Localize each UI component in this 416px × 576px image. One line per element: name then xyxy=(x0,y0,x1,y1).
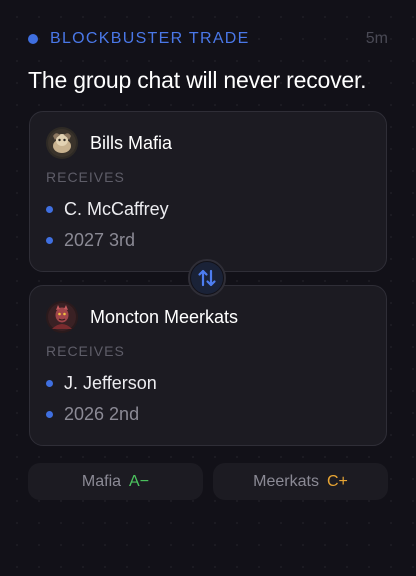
asset-label: 2027 3rd xyxy=(64,230,136,250)
team-avatar-icon xyxy=(46,301,78,333)
grade-team-label: Mafia xyxy=(81,473,122,490)
headline: The group chat will never recover. xyxy=(28,67,367,93)
tag-dot-icon xyxy=(28,34,38,44)
asset-label: J. Jefferson xyxy=(64,373,157,393)
timestamp: 5m xyxy=(365,30,388,47)
trade-header: BLOCKBUSTER TRADE 5m xyxy=(28,29,388,49)
grade-chip-mafia[interactable]: Mafia A− xyxy=(28,463,203,500)
team-name: Bills Mafia xyxy=(90,133,173,153)
trade-tag: BLOCKBUSTER TRADE xyxy=(50,30,250,47)
bullet-icon xyxy=(46,380,53,387)
team-card-moncton-meerkats: Moncton Meerkats RECEIVES J. Jefferson 2… xyxy=(29,285,387,446)
receives-label: RECEIVES xyxy=(46,343,125,359)
receives-label: RECEIVES xyxy=(46,169,125,185)
asset-label: 2026 2nd xyxy=(64,404,140,424)
grade-chip-meerkats[interactable]: Meerkats C+ xyxy=(213,463,388,500)
grade-value: C+ xyxy=(326,473,348,490)
team-avatar-icon xyxy=(46,127,78,159)
grade-value: A− xyxy=(129,473,150,490)
bullet-icon xyxy=(46,237,53,244)
asset-label: C. McCaffrey xyxy=(64,199,169,219)
bullet-icon xyxy=(46,206,53,213)
team-card-bills-mafia: Bills Mafia RECEIVES C. McCaffrey 2027 3… xyxy=(29,111,387,272)
swap-icon xyxy=(188,259,226,297)
team-name: Moncton Meerkats xyxy=(90,307,239,327)
bullet-icon xyxy=(46,411,53,418)
grade-team-label: Meerkats xyxy=(253,473,319,490)
